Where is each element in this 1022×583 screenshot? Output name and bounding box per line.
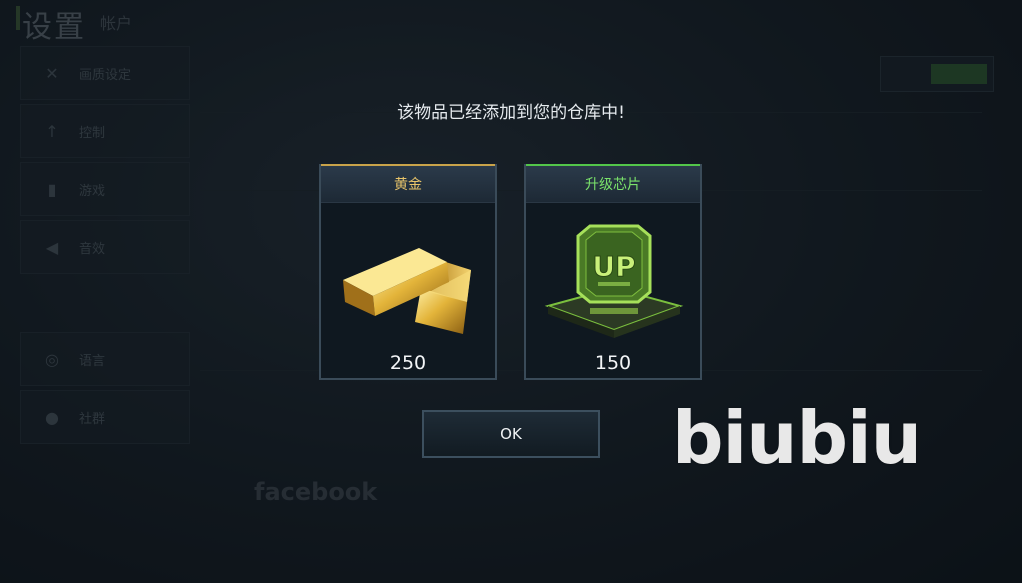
reward-card-gold: 黄金 250 (319, 164, 497, 380)
svg-text:UP: UP (592, 250, 635, 283)
reward-amount: 150 (594, 352, 632, 374)
reward-card-chip: 升级芯片 UP 150 (524, 164, 702, 380)
reward-card-title: 升级芯片 (526, 164, 700, 203)
upgrade-chip-icon: UP (526, 206, 700, 346)
modal-overlay (0, 0, 1022, 583)
gold-bar-icon (321, 206, 495, 346)
reward-card-title: 黄金 (321, 164, 495, 203)
watermark-logo: biubiu (672, 396, 922, 480)
ok-button[interactable]: OK (422, 410, 600, 458)
reward-message: 该物品已经添加到您的仓库中! (397, 103, 625, 123)
reward-amount: 250 (389, 352, 427, 374)
